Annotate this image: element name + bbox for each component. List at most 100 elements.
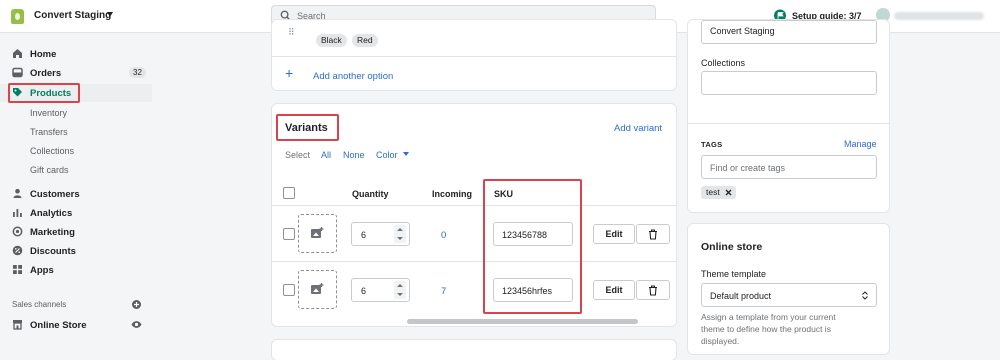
- sidebar-item-collections[interactable]: Collections: [0, 142, 152, 160]
- account-name-blurred[interactable]: [894, 12, 984, 20]
- chevron-down-icon[interactable]: [107, 12, 113, 17]
- online-store-card: Online store Theme template Default prod…: [688, 224, 889, 354]
- sidebar-item-label: Home: [30, 49, 57, 60]
- table-divider: [272, 261, 676, 262]
- orders-icon: [12, 67, 23, 78]
- apps-icon: [13, 265, 22, 274]
- drag-handle-icon[interactable]: ⠿: [288, 27, 295, 38]
- sidebar-item-label: Analytics: [30, 208, 73, 219]
- select-arrows-icon: [862, 291, 868, 300]
- theme-template-value: Default product: [710, 291, 772, 301]
- add-channel-icon[interactable]: [132, 300, 141, 309]
- sidebar-item-label: Apps: [30, 265, 54, 276]
- tag-chip-label: test: [706, 187, 720, 197]
- sidebar-item-apps[interactable]: Apps: [0, 261, 152, 279]
- options-card: ⠿ Black Red + Add another option: [272, 20, 676, 90]
- edit-button[interactable]: Edit: [593, 280, 635, 300]
- trash-icon: [649, 229, 657, 240]
- variants-title-highlight-box: [276, 114, 339, 141]
- sidebar-item-label: Discounts: [30, 246, 76, 257]
- marketing-icon: [12, 226, 23, 237]
- variant-image-placeholder[interactable]: [298, 270, 337, 309]
- incoming-link[interactable]: 0: [441, 230, 446, 241]
- sidebar-item-gift-cards[interactable]: Gift cards: [0, 161, 152, 179]
- variant-checkbox[interactable]: [283, 228, 295, 240]
- sidebar-item-analytics[interactable]: Analytics: [0, 204, 152, 222]
- collections-label: Collections: [701, 58, 746, 68]
- vendor-value: Convert Staging: [710, 26, 775, 36]
- select-color-dropdown[interactable]: Color: [376, 150, 398, 160]
- products-highlight-box: [8, 83, 80, 103]
- manage-tags-link[interactable]: Manage: [844, 139, 877, 149]
- sidebar-item-inventory[interactable]: Inventory: [0, 104, 152, 122]
- sidebar-item-label: Online Store: [30, 320, 87, 331]
- delete-button[interactable]: [636, 224, 670, 244]
- delete-button[interactable]: [636, 280, 670, 300]
- customers-icon: [13, 188, 22, 198]
- organization-card: Convert Staging Collections TAGS Manage …: [688, 20, 889, 212]
- theme-template-select[interactable]: Default product: [701, 283, 877, 307]
- home-icon: [13, 49, 22, 58]
- select-all-link[interactable]: All: [321, 150, 331, 160]
- theme-template-label: Theme template: [701, 269, 767, 279]
- edit-button[interactable]: Edit: [593, 224, 635, 244]
- sidebar-item-label: Transfers: [30, 127, 68, 137]
- quantity-value: 6: [361, 286, 367, 296]
- select-all-checkbox[interactable]: [283, 187, 295, 199]
- store-name[interactable]: Convert Staging: [34, 10, 111, 21]
- remove-tag-icon[interactable]: [725, 189, 732, 196]
- sidebar: Home Orders 32 Products Inventory Transf…: [0, 34, 155, 348]
- stepper-arrows-icon[interactable]: [394, 281, 406, 299]
- column-header-quantity: Quantity: [352, 189, 389, 199]
- sidebar-item-orders[interactable]: Orders 32: [0, 64, 152, 82]
- add-variant-link[interactable]: Add variant: [614, 123, 662, 134]
- sidebar-item-customers[interactable]: Customers: [0, 185, 152, 203]
- quantity-stepper[interactable]: 6: [351, 222, 410, 246]
- analytics-icon: [13, 209, 22, 217]
- sidebar-item-discounts[interactable]: Discounts: [0, 242, 152, 260]
- sidebar-item-label: Customers: [30, 189, 80, 200]
- collections-field[interactable]: [701, 71, 877, 95]
- tags-placeholder: Find or create tags: [710, 163, 786, 173]
- trash-icon: [649, 285, 657, 296]
- online-store-title: Online store: [701, 241, 763, 253]
- variant-image-placeholder[interactable]: [298, 214, 337, 253]
- next-card: [272, 340, 676, 360]
- sidebar-item-marketing[interactable]: Marketing: [0, 223, 152, 241]
- column-header-incoming: Incoming: [432, 189, 472, 199]
- store-icon: [13, 320, 22, 330]
- divider: [688, 123, 889, 124]
- chevron-down-icon[interactable]: [403, 152, 409, 156]
- eye-icon[interactable]: [131, 320, 142, 329]
- stepper-arrows-icon[interactable]: [394, 225, 406, 243]
- shopify-logo-icon: [11, 9, 24, 24]
- add-another-option-link[interactable]: Add another option: [313, 71, 393, 82]
- help-text-line: Assign a template from your current: [701, 312, 836, 322]
- discount-icon: [12, 245, 23, 256]
- divider: [272, 56, 676, 57]
- vendor-field[interactable]: Convert Staging: [701, 20, 877, 44]
- sidebar-item-label: Marketing: [30, 227, 75, 238]
- sidebar-item-online-store[interactable]: Online Store: [0, 316, 152, 334]
- quantity-value: 6: [361, 230, 367, 240]
- select-none-link[interactable]: None: [343, 150, 365, 160]
- add-image-icon: [311, 227, 324, 238]
- quantity-stepper[interactable]: 6: [351, 278, 410, 302]
- sidebar-item-label: Inventory: [30, 108, 68, 118]
- incoming-link[interactable]: 7: [441, 286, 446, 297]
- horizontal-scrollbar[interactable]: [407, 319, 638, 324]
- help-text-line: displayed.: [701, 336, 740, 346]
- sidebar-item-home[interactable]: Home: [0, 45, 152, 63]
- add-image-icon: [311, 283, 324, 294]
- tags-label: TAGS: [701, 140, 723, 149]
- sidebar-item-transfers[interactable]: Transfers: [0, 123, 152, 141]
- variant-checkbox[interactable]: [283, 284, 295, 296]
- option-value-chip: Black: [316, 34, 347, 47]
- plus-icon[interactable]: +: [285, 66, 293, 80]
- help-text-line: theme to define how the product is: [701, 324, 831, 334]
- sku-column-highlight-box: [483, 179, 582, 314]
- tags-input[interactable]: Find or create tags: [701, 155, 877, 179]
- orders-count-badge: 32: [129, 67, 146, 78]
- sidebar-item-label: Collections: [30, 146, 75, 156]
- sidebar-item-label: Orders: [30, 68, 62, 79]
